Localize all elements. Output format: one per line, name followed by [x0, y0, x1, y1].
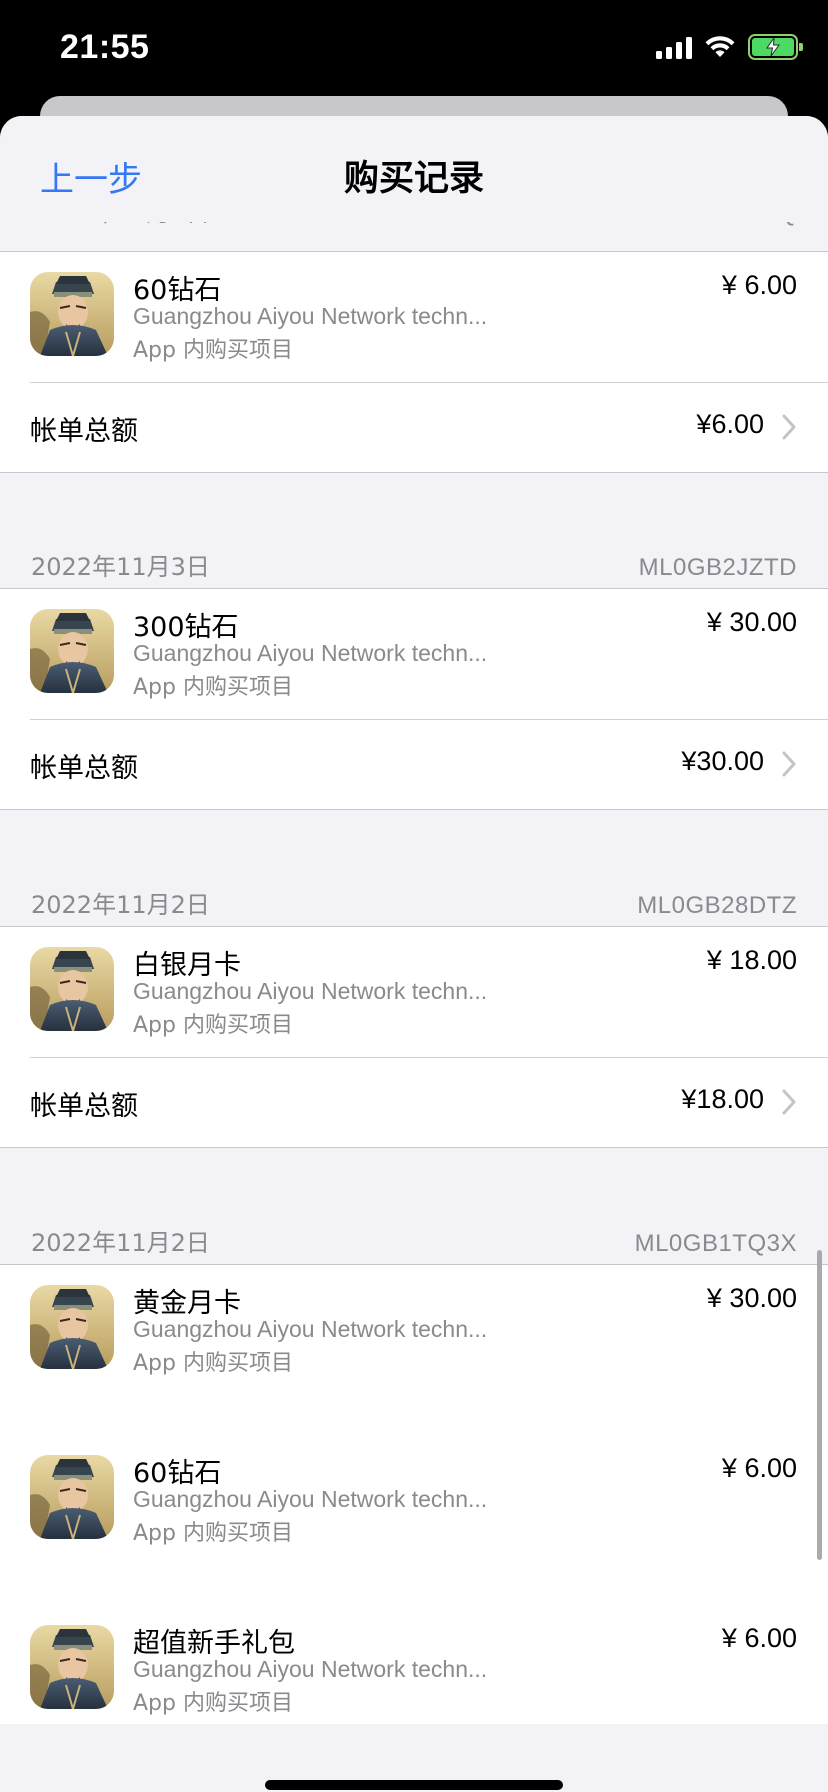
purchase-card: 黄金月卡 Guangzhou Aiyou Network techn... Ap…	[0, 1264, 828, 1724]
order-id: ML0GB28DTZ	[637, 892, 797, 919]
wifi-icon	[705, 36, 735, 57]
item-name: 60钻石	[133, 275, 222, 306]
app-icon	[30, 1455, 114, 1539]
item-name: 300钻石	[133, 612, 239, 643]
app-icon	[30, 272, 114, 356]
item-price: ¥ 18.00	[706, 945, 797, 975]
item-type: App 内购买项目	[133, 1691, 293, 1716]
bill-total-row[interactable]: 帐单总额 ¥30.00	[0, 720, 828, 810]
bill-total-amount: ¥30.00	[681, 746, 764, 776]
app-icon	[30, 609, 114, 693]
order-id: ML0GB1TQ3X	[634, 1230, 797, 1257]
item-seller: Guangzhou Aiyou Network techn...	[133, 978, 488, 1004]
item-name: 60钻石	[133, 1458, 222, 1489]
item-seller: Guangzhou Aiyou Network techn...	[133, 1656, 488, 1682]
item-price: ¥ 6.00	[721, 1453, 797, 1483]
item-price: ¥ 6.00	[721, 270, 797, 300]
status-bar: 21:55	[0, 0, 828, 96]
purchase-card: 60钻石 Guangzhou Aiyou Network techn... Ap…	[0, 251, 828, 473]
purchase-date: 2022年11月3日	[31, 553, 210, 581]
status-time: 21:55	[60, 28, 150, 66]
item-type: App 内购买项目	[133, 1351, 293, 1376]
chevron-right-icon	[782, 751, 796, 777]
purchase-item[interactable]: 白银月卡 Guangzhou Aiyou Network techn... Ap…	[0, 927, 828, 1057]
bill-total-label: 帐单总额	[30, 1091, 138, 1122]
item-name: 白银月卡	[133, 950, 241, 981]
purchase-item[interactable]: 300钻石 Guangzhou Aiyou Network techn... A…	[0, 589, 828, 719]
purchase-item[interactable]: 黄金月卡 Guangzhou Aiyou Network techn... Ap…	[0, 1265, 828, 1395]
bill-total-row[interactable]: 帐单总额 ¥18.00	[0, 1058, 828, 1148]
item-type: App 内购买项目	[133, 675, 293, 700]
bill-total-amount: ¥18.00	[681, 1084, 764, 1114]
home-indicator[interactable]	[265, 1780, 563, 1790]
group-header: 2022年11月2日 ML0GB28DTZ	[0, 884, 828, 924]
group-header: 2022年11月2日 ML0GB1TQ3X	[0, 1222, 828, 1262]
purchase-date: 2022年11月2日	[31, 1229, 210, 1257]
scrollbar[interactable]	[817, 1250, 822, 1560]
bill-total-amount: ¥6.00	[696, 409, 764, 439]
item-price: ¥ 6.00	[721, 1623, 797, 1653]
group-header: 2022年11月3日 ML0GB2JZTD	[0, 546, 828, 586]
chevron-right-icon	[782, 1089, 796, 1115]
item-seller: Guangzhou Aiyou Network techn...	[133, 1486, 488, 1512]
item-seller: Guangzhou Aiyou Network techn...	[133, 303, 488, 329]
page-title: 购买记录	[343, 159, 484, 199]
chevron-right-icon	[782, 414, 796, 440]
purchase-history-sheet: 上一步 购买记录 2022年11月4日 ML0GB3L40Q 60钻石 Guan…	[0, 116, 828, 1792]
item-seller: Guangzhou Aiyou Network techn...	[133, 640, 488, 666]
item-price: ¥ 30.00	[706, 1283, 797, 1313]
item-name: 黄金月卡	[133, 1288, 241, 1319]
bill-total-row[interactable]: 帐单总额 ¥6.00	[0, 383, 828, 473]
item-name: 超值新手礼包	[133, 1628, 295, 1659]
bill-total-label: 帐单总额	[30, 753, 138, 784]
item-type: App 内购买项目	[133, 1013, 293, 1038]
item-type: App 内购买项目	[133, 338, 293, 363]
cellular-signal-icon	[656, 35, 692, 59]
battery-charging-icon	[748, 34, 803, 60]
purchase-item[interactable]: 60钻石 Guangzhou Aiyou Network techn... Ap…	[0, 252, 828, 382]
app-icon	[30, 1625, 114, 1709]
app-icon	[30, 1285, 114, 1369]
app-icon	[30, 947, 114, 1031]
purchase-item[interactable]: 超值新手礼包 Guangzhou Aiyou Network techn... …	[0, 1605, 828, 1735]
purchase-item[interactable]: 60钻石 Guangzhou Aiyou Network techn... Ap…	[0, 1435, 828, 1565]
bill-total-label: 帐单总额	[30, 416, 138, 447]
navigation-bar: 上一步 购买记录	[0, 116, 828, 222]
item-seller: Guangzhou Aiyou Network techn...	[133, 1316, 488, 1342]
item-price: ¥ 30.00	[706, 607, 797, 637]
status-icons	[656, 34, 803, 60]
purchase-card: 300钻石 Guangzhou Aiyou Network techn... A…	[0, 588, 828, 810]
order-id: ML0GB2JZTD	[638, 554, 797, 581]
purchase-date: 2022年11月2日	[31, 891, 210, 919]
item-type: App 内购买项目	[133, 1521, 293, 1546]
purchase-card: 白银月卡 Guangzhou Aiyou Network techn... Ap…	[0, 926, 828, 1148]
